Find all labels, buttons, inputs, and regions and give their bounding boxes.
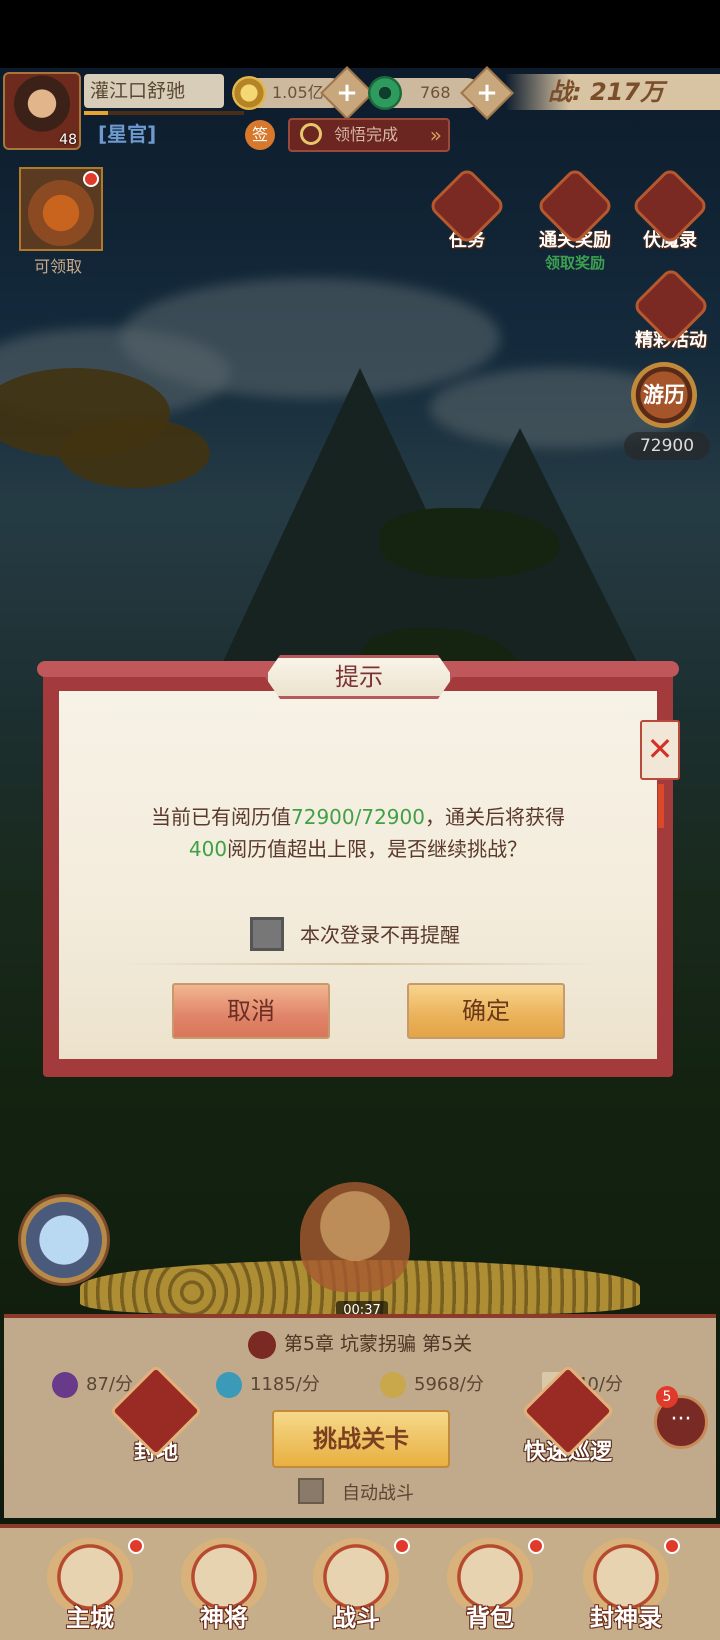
rate-value: 5968/分 [414, 1374, 484, 1395]
plus-icon: + [476, 78, 498, 108]
rate-gold: 5968/分 [380, 1370, 484, 1398]
chat-unread-badge: 5 [656, 1386, 678, 1408]
auto-battle-checkbox[interactable] [298, 1478, 324, 1504]
gain-exp-value: 400 [188, 837, 228, 861]
player-avatar[interactable]: 48 [3, 72, 81, 150]
chevron-right-icon: » [429, 123, 442, 147]
nav-bag[interactable]: 背包 [430, 1538, 550, 1640]
notification-dot [528, 1538, 544, 1554]
player-name: 灌江口舒驰 [84, 74, 224, 108]
clear-reward-button[interactable]: 通关奖励 领取奖励 [530, 166, 620, 273]
plus-icon: + [336, 78, 358, 108]
message-text: 当前已有阅历值 [151, 805, 291, 829]
hero-portrait[interactable] [18, 1194, 110, 1286]
current-exp-value: 72900/72900 [291, 805, 425, 829]
demon-record-button[interactable]: 伏魔录 [630, 166, 710, 252]
dialog-message: 当前已有阅历值72900/72900，通关后将获得 400阅历值超出上限，是否继… [59, 801, 657, 865]
chapter-row: 第5章 坑蒙拐骗 第5关 [4, 1329, 716, 1359]
add-gold-button[interactable]: + [320, 66, 374, 120]
jade-coin-icon [368, 76, 402, 110]
notification-dot [394, 1538, 410, 1554]
claimable-chest-button[interactable] [19, 167, 103, 251]
search-icon [300, 123, 322, 145]
combat-power: 战: 217万 [548, 78, 665, 106]
nav-label: 封神录 [590, 1604, 662, 1632]
tassel-decoration [658, 784, 664, 828]
dialog-body [59, 691, 657, 1059]
player-title: [星官] [98, 122, 157, 146]
nav-main-city[interactable]: 主城 [30, 1538, 150, 1640]
message-text: ，通关后将获得 [424, 805, 565, 829]
close-icon: ✕ [646, 730, 674, 768]
cancel-button[interactable]: 取消 [172, 983, 330, 1039]
dialog-header-plaque: 提示 [265, 655, 453, 699]
dont-remind-label[interactable]: 本次登录不再提醒 [300, 919, 460, 948]
nav-battle[interactable]: 战斗 [296, 1538, 416, 1640]
gold-coin-icon [232, 76, 266, 110]
challenge-stage-button[interactable]: 挑战关卡 [272, 1410, 450, 1468]
nav-label: 背包 [466, 1604, 514, 1632]
nav-label: 神将 [200, 1604, 248, 1632]
nav-label: 战斗 [332, 1604, 380, 1632]
nav-label: 主城 [66, 1604, 114, 1632]
dialog-frame: 提示 [37, 655, 679, 1077]
message-text: 阅历值超出上限，是否继续挑战？ [227, 837, 528, 861]
top-bar: 48 灌江口舒驰 1.05亿 + 768 + 战: 217万 [星官] 签 领悟… [0, 66, 720, 154]
nav-heroes[interactable]: 神将 [164, 1538, 284, 1640]
sign-in-icon[interactable]: 签 [245, 120, 275, 150]
gold-amount: 1.05亿 [272, 83, 324, 102]
chapter-icon [247, 1330, 276, 1359]
claimable-label: 可领取 [34, 257, 83, 276]
exp-bar-fill [84, 111, 108, 115]
auto-battle-label[interactable]: 自动战斗 [342, 1479, 414, 1505]
player-level: 48 [59, 132, 77, 148]
blue-orb-icon [216, 1372, 242, 1398]
gold-coin-icon [380, 1372, 406, 1398]
chapter-label: 第5章 坑蒙拐骗 第5关 [283, 1333, 473, 1355]
rate-value: 1185/分 [250, 1374, 320, 1395]
notification-dot [83, 171, 99, 187]
events-button[interactable]: 精彩活动 [626, 266, 716, 352]
qilin-figure [300, 1182, 410, 1292]
dialog-title: 提示 [335, 663, 383, 691]
message-line-1: 当前已有阅历值72900/72900，通关后将获得 [59, 801, 657, 833]
dialog-divider [120, 963, 600, 965]
notification-dot [128, 1538, 144, 1554]
battle-panel: 第5章 坑蒙拐骗 第5关 87/分 1185/分 5968/分 40/分 封地 … [4, 1314, 716, 1518]
task-button[interactable]: 任务 [427, 166, 507, 252]
travel-points: 72900 [624, 432, 710, 460]
message-line-2: 400阅历值超出上限，是否继续挑战？ [59, 833, 657, 865]
travel-button[interactable]: 游历 [631, 362, 697, 428]
notification-dot [664, 1538, 680, 1554]
rate-exp: 1185/分 [216, 1370, 320, 1398]
confirm-button[interactable]: 确定 [407, 983, 565, 1039]
exp-bar [84, 111, 244, 115]
bottom-nav: 主城 神将 战斗 背包 封神录 [0, 1524, 720, 1640]
nav-deity-record[interactable]: 封神录 [566, 1538, 686, 1640]
quest-label: 领悟完成 [334, 125, 399, 144]
dont-remind-checkbox[interactable] [250, 917, 284, 951]
close-button[interactable]: ✕ [640, 720, 680, 780]
purple-crystal-icon [52, 1372, 78, 1398]
quest-tracker[interactable]: 领悟完成 » [288, 118, 450, 152]
jade-amount: 768 [420, 83, 451, 102]
clear-reward-sublabel: 领取奖励 [544, 254, 605, 272]
quick-patrol-button[interactable]: 快速巡逻 [508, 1364, 628, 1466]
fief-button[interactable]: 封地 [96, 1364, 216, 1466]
